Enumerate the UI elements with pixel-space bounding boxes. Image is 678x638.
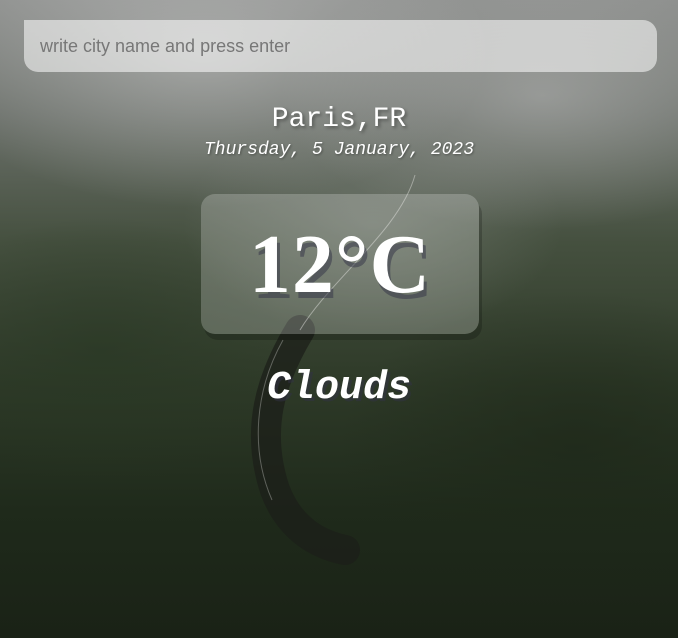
weather-app: { "search": { "placeholder": "write city… <box>0 0 678 638</box>
date-label: Thursday, 5 January, 2023 <box>203 140 475 160</box>
temperature-value: 12°C <box>248 217 432 311</box>
city-search-input[interactable] <box>24 20 657 72</box>
search-bar <box>24 20 657 72</box>
location-label: Paris,FR <box>271 104 407 135</box>
weather-condition: Clouds <box>266 366 412 411</box>
temperature-card: 12°C <box>201 194 479 334</box>
